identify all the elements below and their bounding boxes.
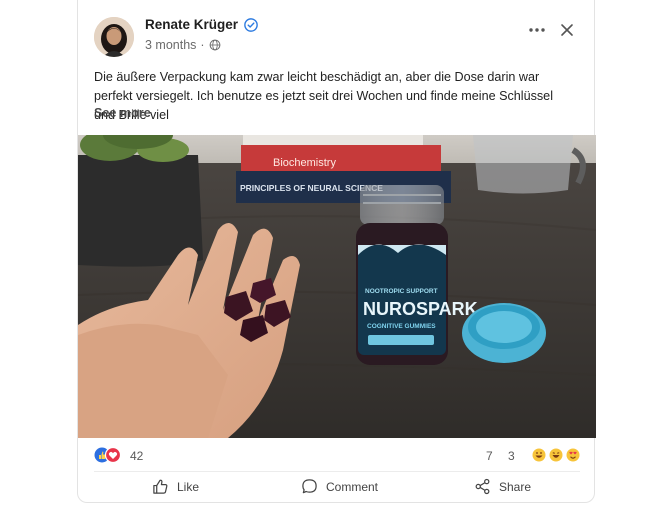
emoji-reactions[interactable] (532, 448, 580, 462)
thumbs-up-icon (153, 479, 168, 494)
divider (94, 471, 580, 472)
haha-emoji-icon (532, 448, 546, 462)
like-button[interactable]: Like (152, 478, 199, 495)
reaction-icons[interactable] (94, 447, 124, 463)
laugh-emoji-icon (549, 448, 563, 462)
share-label: Share (499, 479, 532, 494)
comment-count[interactable]: 7 (486, 449, 493, 463)
jar-top-text: NOOTROPIC SUPPORT (365, 288, 438, 295)
product-photo: Biochemistry PRINCIPLES OF NEURAL SCIENC… (78, 135, 596, 438)
share-count[interactable]: 3 (508, 449, 515, 463)
close-button[interactable] (556, 19, 578, 41)
engagement-stats: 42 7 3 (78, 444, 594, 466)
meta-separator: · (200, 38, 205, 52)
more-icon (529, 28, 545, 32)
post-meta: 3 months · (145, 38, 221, 52)
author-name-row: Renate Krüger (145, 17, 258, 32)
avatar[interactable] (94, 17, 134, 57)
post-header: Renate Krüger 3 months · (78, 0, 594, 62)
verified-icon (244, 17, 258, 32)
post-photo[interactable]: Biochemistry PRINCIPLES OF NEURAL SCIENC… (78, 135, 596, 438)
post-time[interactable]: 3 months (145, 38, 196, 52)
jar-brand: NUROSPARK (363, 299, 478, 319)
post-text: Die äußere Verpackung kam zwar leicht be… (94, 70, 553, 122)
author-name[interactable]: Renate Krüger (145, 17, 238, 32)
comment-icon (302, 479, 317, 494)
post-card: Renate Krüger 3 months · Die äußere Verp… (77, 0, 596, 503)
share-icon (475, 478, 490, 495)
globe-icon (209, 39, 220, 51)
post-actions: Like Comment Share (78, 476, 594, 502)
like-label: Like (177, 479, 200, 494)
book-title-biochemistry: Biochemistry (273, 157, 336, 169)
share-button[interactable]: Share (474, 478, 531, 495)
close-icon (561, 24, 573, 36)
more-options-button[interactable] (526, 20, 548, 40)
reaction-count[interactable]: 42 (130, 449, 143, 463)
comment-label: Comment (326, 479, 379, 494)
jar-subtitle: COGNITIVE GUMMIES (367, 323, 436, 330)
see-more-link[interactable]: See more (94, 106, 151, 120)
comment-button[interactable]: Comment (301, 478, 378, 495)
heart-eyes-emoji-icon (566, 448, 580, 462)
